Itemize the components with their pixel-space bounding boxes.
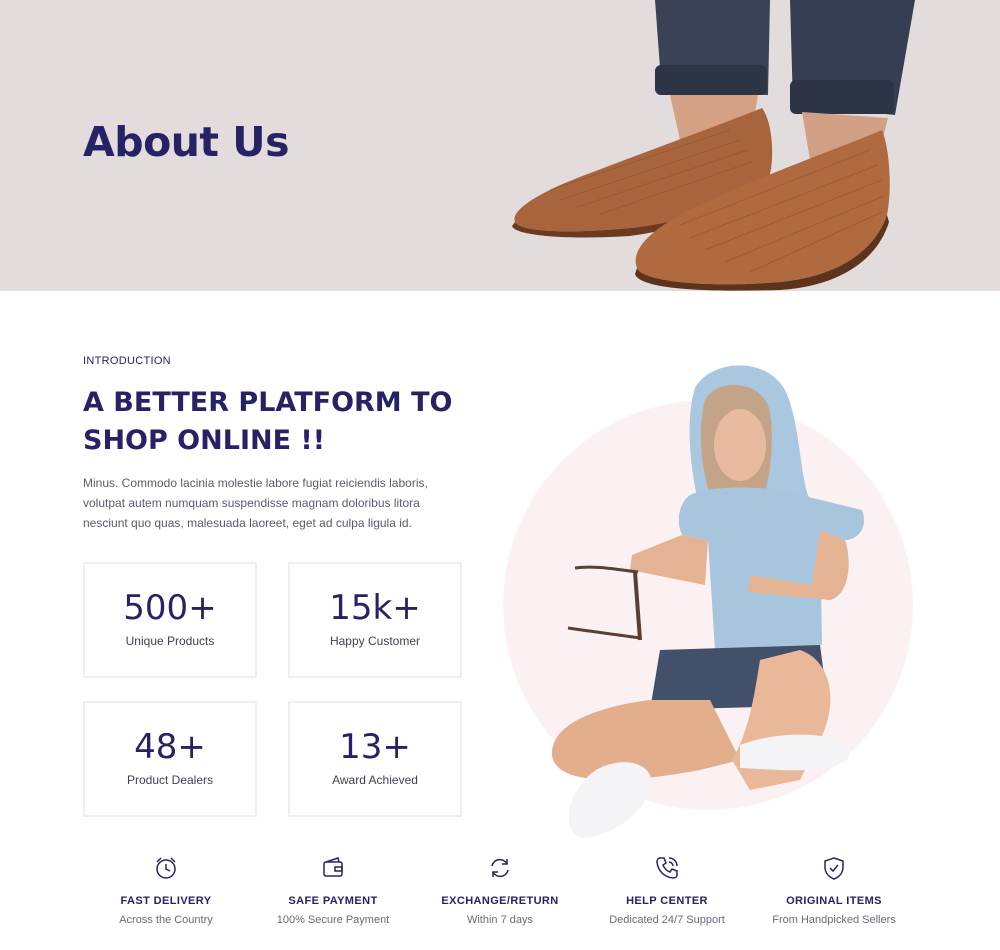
stat-value: 500+ — [123, 588, 217, 628]
hero-shoes-image — [512, 0, 915, 291]
feature-fast-delivery: FAST DELIVERY Across the Country — [83, 855, 249, 926]
feature-exchange-return: EXCHANGE/RETURN Within 7 days — [417, 855, 583, 926]
phone-icon — [656, 857, 678, 879]
feature-subtitle: From Handpicked Sellers — [772, 914, 896, 926]
feature-subtitle: Across the Country — [119, 914, 213, 926]
feature-help-center: HELP CENTER Dedicated 24/7 Support — [584, 855, 750, 926]
feature-subtitle: 100% Secure Payment — [276, 914, 390, 926]
stat-label: Happy Customer — [329, 634, 421, 648]
feature-original-items: ORIGINAL ITEMS From Handpicked Sellers — [751, 855, 917, 926]
feature-title: FAST DELIVERY — [120, 895, 212, 907]
stat-label: Unique Products — [125, 634, 215, 648]
feature-title: ORIGINAL ITEMS — [786, 895, 882, 907]
intro-paragraph: Minus. Commodo lacinia molestie labore f… — [83, 476, 428, 530]
feature-title: HELP CENTER — [626, 895, 708, 907]
feature-title: SAFE PAYMENT — [288, 895, 378, 907]
model-photo — [503, 365, 913, 838]
stat-value: 48+ — [134, 727, 206, 767]
stat-label: Award Achieved — [332, 773, 418, 787]
alarm-clock-icon — [156, 857, 176, 879]
section-headline: A BETTER PLATFORM TO SHOP ONLINE !! — [83, 387, 453, 456]
stat-card-customers: 15k+ Happy Customer — [288, 562, 462, 678]
stat-card-dealers: 48+ Product Dealers — [83, 701, 257, 817]
feature-title: EXCHANGE/RETURN — [441, 895, 559, 907]
hero-banner: About Us — [0, 0, 1000, 291]
stat-card-products: 500+ Unique Products — [83, 562, 257, 678]
refresh-icon — [491, 858, 509, 878]
stat-value: 13+ — [339, 727, 411, 767]
page-title: About Us — [83, 118, 290, 166]
feature-safe-payment: SAFE PAYMENT 100% Secure Payment — [250, 855, 416, 926]
feature-subtitle: Dedicated 24/7 Support — [609, 914, 725, 926]
stat-card-awards: 13+ Award Achieved — [288, 701, 462, 817]
stat-label: Product Dealers — [126, 773, 214, 787]
section-eyebrow: INTRODUCTION — [83, 355, 171, 367]
shield-check-icon — [824, 857, 844, 880]
wallet-icon — [323, 857, 343, 877]
stat-value: 15k+ — [329, 588, 421, 628]
feature-subtitle: Within 7 days — [466, 914, 534, 926]
